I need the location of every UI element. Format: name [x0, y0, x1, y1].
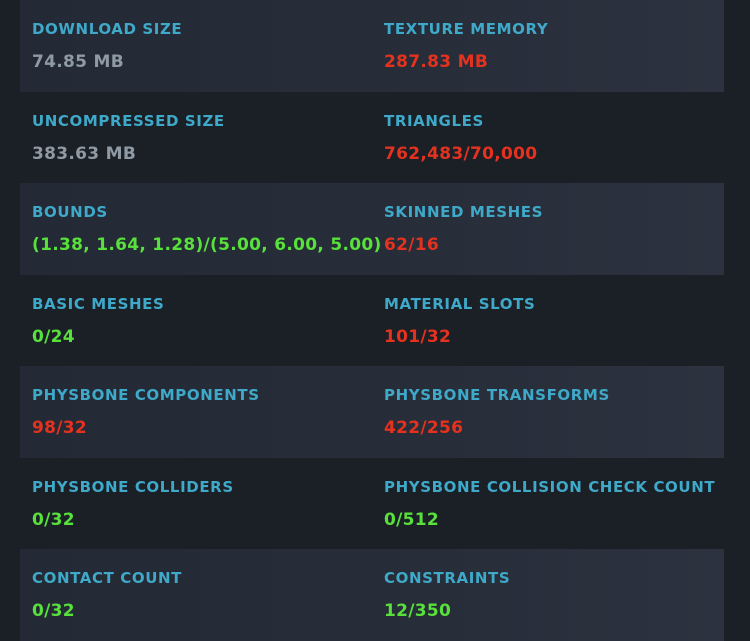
- stat-physbone-transforms: PHYSBONE TRANSFORMS 422/256: [384, 366, 724, 458]
- stat-texture-memory: TEXTURE MEMORY 287.83 MB: [384, 0, 724, 92]
- stat-label: BASIC MESHES: [32, 294, 165, 313]
- stat-skinned-meshes: SKINNED MESHES 62/16: [384, 183, 724, 275]
- stat-label: TRIANGLES: [384, 111, 484, 130]
- stat-row-bounds-skinned: BOUNDS (1.38, 1.64, 1.28)/(5.00, 6.00, 5…: [20, 183, 724, 275]
- stat-value: 383.63 MB: [32, 143, 137, 164]
- stat-label: DOWNLOAD SIZE: [32, 20, 183, 38]
- stat-label: CONTACT COUNT: [32, 569, 182, 587]
- stat-label: UNCOMPRESSED SIZE: [32, 111, 225, 130]
- stat-value: 762,483/70,000: [384, 143, 538, 164]
- stat-value: 0/32: [32, 509, 75, 530]
- stat-physbone-colliders: PHYSBONE COLLIDERS 0/32: [32, 458, 372, 550]
- stat-physbone-components: PHYSBONE COMPONENTS 98/32: [32, 366, 372, 458]
- stat-row-physbone-components-transforms: PHYSBONE COMPONENTS 98/32 PHYSBONE TRANS…: [20, 366, 724, 458]
- stat-constraints: CONSTRAINTS 12/350: [384, 549, 724, 641]
- stat-value: 12/350: [384, 601, 452, 621]
- stat-label: BOUNDS: [32, 203, 108, 221]
- stat-uncompressed-size: UNCOMPRESSED SIZE 383.63 MB: [32, 92, 372, 184]
- stat-material-slots: MATERIAL SLOTS 101/32: [384, 275, 724, 367]
- stat-label: SKINNED MESHES: [384, 203, 544, 221]
- stat-label: PHYSBONE COMPONENTS: [32, 386, 260, 404]
- stat-label: TEXTURE MEMORY: [384, 20, 549, 38]
- stat-triangles: TRIANGLES 762,483/70,000: [384, 92, 724, 184]
- stat-basic-meshes: BASIC MESHES 0/24: [32, 275, 372, 367]
- stat-row-download-texture: DOWNLOAD SIZE 74.85 MB TEXTURE MEMORY 28…: [20, 0, 724, 92]
- stat-label: CONSTRAINTS: [384, 569, 511, 587]
- stat-row-basic-material: BASIC MESHES 0/24 MATERIAL SLOTS 101/32: [20, 275, 724, 367]
- stat-physbone-collision-check-count: PHYSBONE COLLISION CHECK COUNT 0/512: [384, 458, 724, 550]
- stat-value: 74.85 MB: [32, 52, 124, 72]
- stat-label: PHYSBONE TRANSFORMS: [384, 386, 610, 404]
- stat-row-physbone-colliders-checks: PHYSBONE COLLIDERS 0/32 PHYSBONE COLLISI…: [20, 458, 724, 550]
- stat-value: 62/16: [384, 235, 440, 255]
- stat-label: PHYSBONE COLLIDERS: [32, 477, 234, 496]
- stat-value: 0/32: [32, 601, 75, 621]
- stat-row-uncompressed-triangles: UNCOMPRESSED SIZE 383.63 MB TRIANGLES 76…: [20, 92, 724, 184]
- stat-value: 287.83 MB: [384, 52, 489, 72]
- stat-value: 98/32: [32, 418, 88, 438]
- stat-value: 0/24: [32, 326, 75, 347]
- stat-value: 101/32: [384, 326, 452, 347]
- stat-contact-count: CONTACT COUNT 0/32: [32, 549, 372, 641]
- stat-value: (1.38, 1.64, 1.28)/(5.00, 6.00, 5.00): [32, 235, 382, 255]
- stat-label: MATERIAL SLOTS: [384, 294, 536, 313]
- stat-value: 0/512: [384, 509, 440, 530]
- stat-row-contact-constraints: CONTACT COUNT 0/32 CONSTRAINTS 12/350: [20, 549, 724, 641]
- performance-stats-list: DOWNLOAD SIZE 74.85 MB TEXTURE MEMORY 28…: [20, 0, 724, 641]
- stat-value: 422/256: [384, 418, 464, 438]
- stat-bounds: BOUNDS (1.38, 1.64, 1.28)/(5.00, 6.00, 5…: [32, 183, 381, 275]
- stat-label: PHYSBONE COLLISION CHECK COUNT: [384, 477, 716, 496]
- stat-download-size: DOWNLOAD SIZE 74.85 MB: [32, 0, 372, 92]
